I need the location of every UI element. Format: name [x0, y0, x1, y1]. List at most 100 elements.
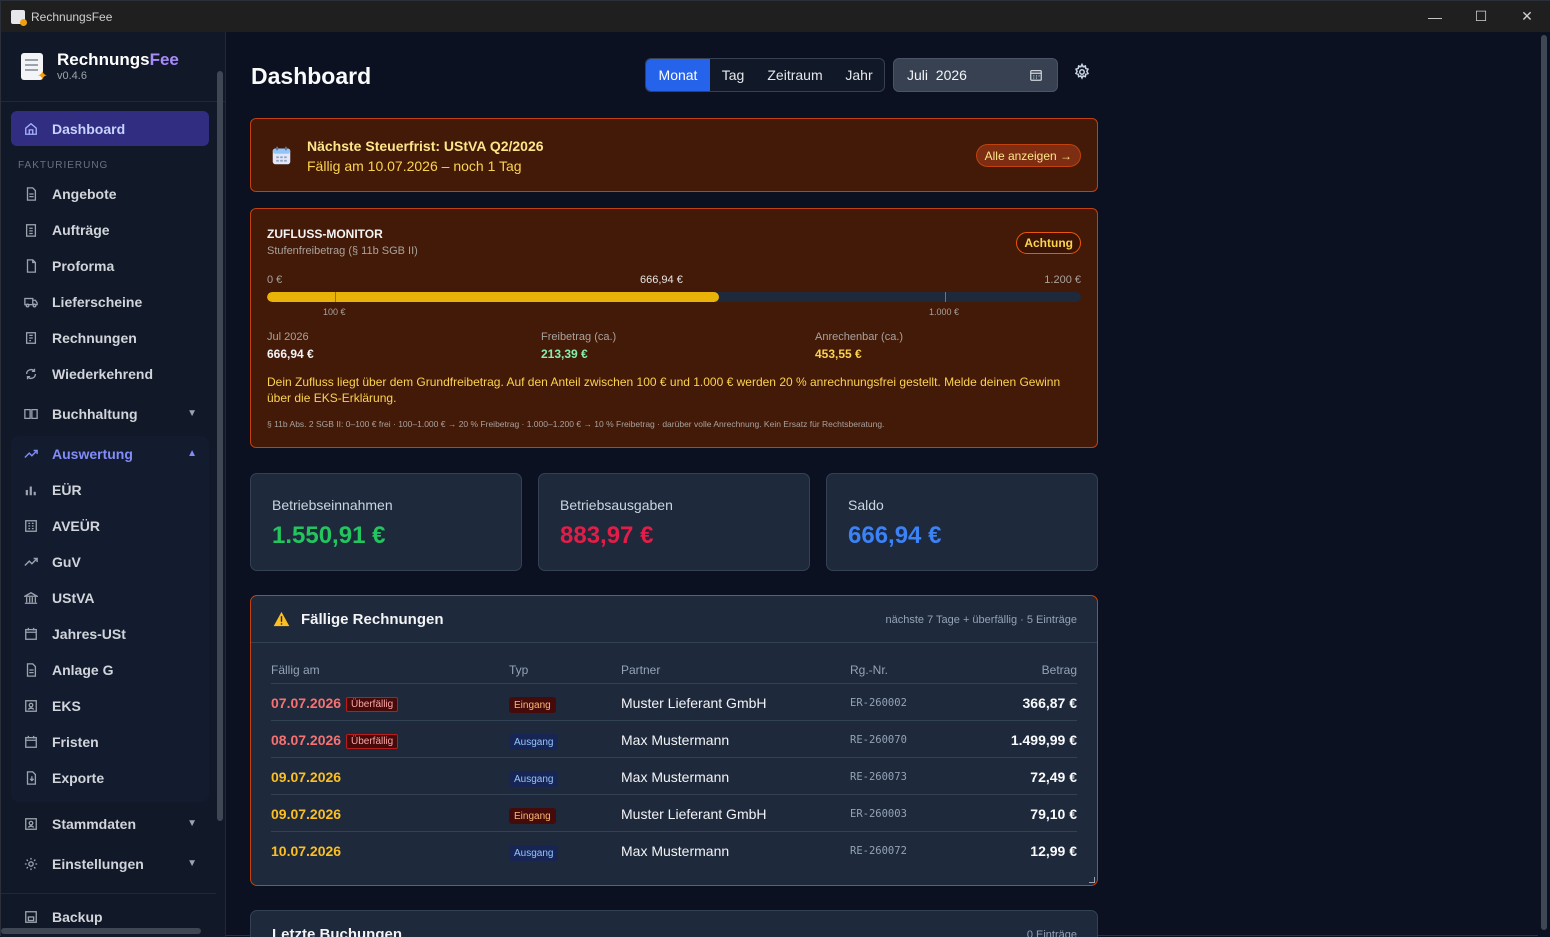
gear-icon	[23, 856, 39, 872]
home-icon	[23, 121, 39, 137]
sidebar-item-stammdaten[interactable]: Stammdaten ▼	[11, 806, 209, 841]
sidebar-item-anlage-g[interactable]: Anlage G	[11, 652, 209, 687]
title-bar: RechnungsFee — ☐ ✕	[1, 1, 1550, 32]
month-picker[interactable]: Juli 2026	[893, 58, 1058, 92]
sidebar-item-proforma[interactable]: Proforma	[11, 248, 209, 283]
calendar-icon	[1030, 70, 1042, 81]
sidebar-horizontal-scrollbar[interactable]	[1, 928, 201, 934]
monitor-subtitle: Stufenfreibetrag (§ 11b SGB II)	[267, 245, 418, 257]
invoice-number: RE-260070	[850, 734, 907, 746]
sidebar-item-auftraege[interactable]: Aufträge	[11, 212, 209, 247]
column-header-amount[interactable]: Betrag	[1042, 663, 1077, 677]
sidebar-item-eur[interactable]: EÜR	[11, 472, 209, 507]
table-row[interactable]: 09.07.2026 Ausgang Max Mustermann RE-260073…	[271, 758, 1077, 795]
scale-min-label: 0 €	[267, 274, 283, 286]
logo-icon: ✦	[19, 51, 49, 83]
id-card-icon	[23, 698, 39, 714]
sidebar-item-einstellungen[interactable]: Einstellungen ▼	[11, 846, 209, 881]
sidebar-item-fristen[interactable]: Fristen	[11, 724, 209, 759]
monitor-title: ZUFLUSS-MONITOR	[267, 227, 383, 241]
chevron-down-icon: ▼	[187, 818, 197, 829]
sidebar-divider	[1, 101, 225, 102]
invoice-number: RE-260073	[850, 771, 907, 783]
table-row[interactable]: 07.07.2026 Überfällig Eingang Muster Liefer…	[271, 684, 1077, 721]
kpi-card-saldo: Saldo 666,94 €	[826, 473, 1098, 571]
section-label-fakturierung: FAKTURIERUNG	[18, 160, 109, 171]
show-all-deadlines-button[interactable]: Alle anzeigen →	[975, 144, 1081, 167]
sidebar-item-exporte[interactable]: Exporte	[11, 760, 209, 795]
scale-max-label: 1.200 €	[1044, 274, 1081, 286]
sidebar-scrollbar[interactable]	[217, 71, 223, 821]
kpi-value: 883,97 €	[560, 522, 654, 549]
period-selector: Monat Tag Zeitraum Jahr	[645, 58, 885, 92]
chevron-up-icon: ▲	[187, 448, 197, 459]
brand[interactable]: ✦ RechnungsFee v0.4.6	[19, 50, 179, 83]
sidebar-item-jahres-ust[interactable]: Jahres-USt	[11, 616, 209, 651]
tick-1000	[945, 292, 946, 302]
column-header-partner[interactable]: Partner	[621, 663, 660, 677]
window-title: RechnungsFee	[31, 9, 113, 24]
bank-icon	[23, 590, 39, 606]
invoice-amount: 1.499,99 €	[1010, 732, 1077, 748]
scale-current-label: 666,94 €	[640, 274, 683, 286]
tick-label-1000: 1.000 €	[929, 307, 960, 317]
month-picker-value: Juli 2026	[907, 67, 967, 83]
due-invoices-panel: Fällige Rechnungen nächste 7 Tage + über…	[250, 595, 1098, 886]
minimize-button[interactable]: —	[1412, 1, 1458, 32]
monitor-footnote: § 11b Abs. 2 SGB II: 0–100 € frei · 100–…	[267, 419, 885, 429]
sidebar-item-buchhaltung[interactable]: Buchhaltung ▼	[11, 396, 209, 431]
gear-icon[interactable]	[1073, 63, 1091, 81]
document-icon	[23, 186, 39, 202]
main-scrollbar-thumb[interactable]	[1541, 35, 1547, 930]
kpi-label: Saldo	[848, 497, 884, 513]
overdue-badge: Überfällig	[346, 734, 399, 749]
sidebar-item-dashboard[interactable]: Dashboard	[11, 111, 209, 146]
sidebar-item-aveur[interactable]: AVEÜR	[11, 508, 209, 543]
sidebar-item-guv[interactable]: GuV	[11, 544, 209, 579]
sidebar-item-angebote[interactable]: Angebote	[11, 176, 209, 211]
maximize-button[interactable]: ☐	[1458, 1, 1504, 32]
due-date: 07.07.2026	[271, 695, 342, 711]
sidebar-item-ustva[interactable]: UStVA	[11, 580, 209, 615]
sidebar-item-eks[interactable]: EKS	[11, 688, 209, 723]
page-title: Dashboard	[251, 63, 372, 89]
kpi-value: 666,94 €	[848, 522, 942, 549]
warning-icon	[273, 611, 290, 627]
column-header-type[interactable]: Typ	[509, 663, 528, 677]
sidebar-item-lieferscheine[interactable]: Lieferscheine	[11, 284, 209, 319]
table-row[interactable]: 09.07.2026 Eingang Muster Lieferant GmbH ER…	[271, 795, 1077, 832]
table-row[interactable]: 08.07.2026 Überfällig Ausgang Max Musterman…	[271, 721, 1077, 758]
app-icon	[11, 9, 27, 26]
sidebar-item-auswertung[interactable]: Auswertung ▲	[11, 436, 209, 471]
sidebar-item-rechnungen[interactable]: Rechnungen	[11, 320, 209, 355]
deadline-title: Nächste Steuerfrist: UStVA Q2/2026	[307, 138, 544, 154]
calendar-icon	[23, 734, 39, 750]
partner-name: Max Mustermann	[621, 769, 730, 785]
period-tab-tag[interactable]: Tag	[710, 59, 756, 91]
due-date: 09.07.2026	[271, 806, 342, 822]
invoice-amount: 12,99 €	[1030, 843, 1077, 859]
tick-label-100: 100 €	[323, 307, 346, 317]
resize-handle[interactable]	[1089, 877, 1095, 883]
close-button[interactable]: ✕	[1504, 1, 1550, 32]
sidebar: ✦ RechnungsFee v0.4.6 Dashboard FAKTURIE…	[1, 32, 226, 937]
kpi-label: Betriebsausgaben	[560, 497, 673, 513]
stat-value-freibetrag: 213,39 €	[541, 347, 588, 361]
sidebar-divider	[1, 893, 216, 894]
bar-chart-icon	[23, 482, 39, 498]
file-icon	[23, 258, 39, 274]
table-row[interactable]: 10.07.2026 Ausgang Max Mustermann RE-260072…	[271, 832, 1077, 869]
invoice-amount: 366,87 €	[1022, 695, 1078, 711]
status-badge: Achtung	[1016, 232, 1081, 254]
period-tab-jahr[interactable]: Jahr	[834, 59, 884, 91]
last-bookings-panel: Letzte Buchungen 0 Einträge	[250, 910, 1098, 937]
period-tab-monat[interactable]: Monat	[646, 59, 710, 91]
main-scrollbar[interactable]	[1538, 32, 1550, 937]
clipboard-icon	[23, 222, 39, 238]
sidebar-item-wiederkehrend[interactable]: Wiederkehrend	[11, 356, 209, 391]
period-tab-zeitraum[interactable]: Zeitraum	[756, 59, 834, 91]
column-header-nr[interactable]: Rg.-Nr.	[850, 663, 888, 677]
stat-value-month: 666,94 €	[267, 347, 314, 361]
column-header-date[interactable]: Fällig am	[271, 663, 320, 677]
calendar-icon	[23, 626, 39, 642]
